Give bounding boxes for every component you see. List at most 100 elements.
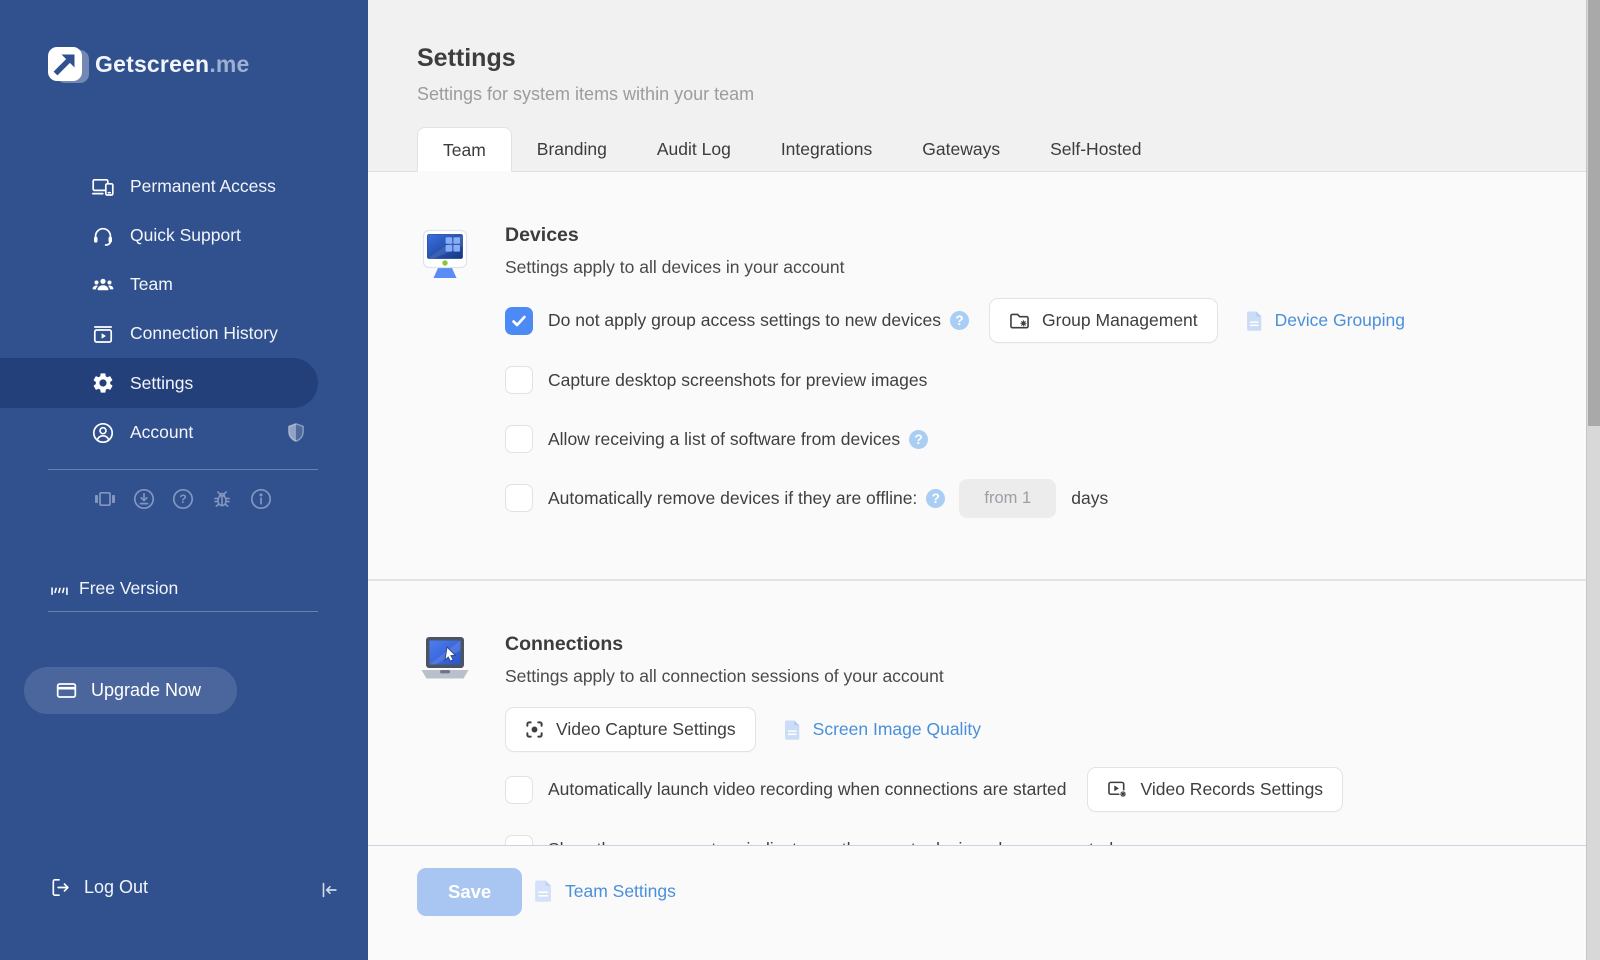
tab-audit-log[interactable]: Audit Log	[632, 127, 756, 172]
document-icon	[535, 880, 551, 902]
connections-title: Connections	[505, 633, 624, 655]
document-icon	[1246, 311, 1261, 331]
button-label: Group Management	[1042, 310, 1198, 330]
sidebar-item-quick-support[interactable]: Quick Support	[0, 211, 368, 260]
sidebar-item-settings[interactable]: Settings	[0, 358, 318, 408]
sidebar-nav: Permanent Access Quick Support Team Conn…	[0, 162, 368, 457]
video-capture-settings-button[interactable]: Video Capture Settings	[505, 707, 756, 752]
connections-section: Connections Settings apply to all connec…	[368, 581, 1600, 886]
logout-icon	[52, 879, 69, 896]
setting-row: Automatically launch video recording whe…	[505, 767, 1600, 812]
device-grouping-link[interactable]: Device Grouping	[1246, 310, 1405, 332]
plan-label: Free Version	[79, 578, 179, 598]
collapse-sidebar-icon[interactable]	[318, 879, 340, 901]
brand-name: Getscreen.me	[95, 50, 250, 77]
help-icon[interactable]: ?	[171, 487, 195, 511]
setting-label: Automatically launch video recording whe…	[548, 779, 1067, 799]
vertical-scrollbar[interactable]	[1586, 0, 1600, 960]
user-circle-icon	[91, 421, 115, 445]
tab-branding[interactable]: Branding	[512, 127, 632, 172]
button-label: Video Capture Settings	[556, 719, 736, 739]
devices-section: Devices Settings apply to all devices in…	[368, 172, 1600, 535]
sidebar-item-team[interactable]: Team	[0, 260, 368, 309]
sidebar-item-label: Quick Support	[130, 225, 241, 245]
setting-row: Capture desktop screenshots for preview …	[505, 358, 1600, 402]
getscreen-app: Getscreen.me Permanent Access Quick Supp…	[0, 0, 1600, 960]
sidebar-divider	[48, 611, 318, 612]
document-icon	[784, 720, 799, 740]
save-button[interactable]: Save	[417, 868, 523, 916]
sidebar-item-label: Connection History	[130, 323, 278, 343]
sidebar-item-label: Permanent Access	[130, 176, 276, 196]
group-management-button[interactable]: Group Management	[989, 298, 1218, 343]
connections-subtitle: Settings apply to all connection session…	[505, 666, 944, 686]
devices-monitor-icon	[417, 202, 505, 535]
setting-label: Capture desktop screenshots for preview …	[548, 369, 928, 390]
tab-gateways[interactable]: Gateways	[897, 127, 1025, 172]
days-suffix-label: days	[1071, 487, 1109, 508]
sidebar-item-label: Account	[130, 422, 194, 442]
offline-days-input[interactable]	[959, 478, 1057, 518]
check-icon	[512, 315, 526, 326]
upgrade-label: Upgrade Now	[91, 680, 202, 700]
connections-actions-row: Video Capture Settings Screen Image Qual…	[505, 707, 1600, 752]
group-access-checkbox[interactable]	[505, 306, 533, 335]
video-gear-icon	[1107, 781, 1127, 798]
svg-text:?: ?	[179, 492, 186, 506]
sidebar-item-permanent-access[interactable]: Permanent Access	[0, 162, 368, 211]
sidebar-item-label: Team	[130, 274, 173, 294]
capture-frame-icon	[526, 721, 543, 738]
auto-recording-checkbox[interactable]	[505, 775, 533, 804]
button-label: Video Records Settings	[1140, 779, 1324, 799]
logout-button[interactable]: Log Out	[49, 876, 148, 899]
gauge-icon	[51, 587, 68, 595]
plan-indicator[interactable]: Free Version	[49, 578, 178, 599]
link-label: Device Grouping	[1274, 310, 1406, 330]
help-badge-icon[interactable]: ?	[926, 488, 946, 508]
scrollbar-thumb[interactable]	[1588, 0, 1600, 426]
bug-icon[interactable]	[210, 487, 234, 511]
link-label: Screen Image Quality	[812, 719, 981, 739]
setting-row: Automatically remove devices if they are…	[505, 476, 1600, 520]
people-icon	[91, 273, 115, 297]
page-subtitle: Settings for system items within your te…	[417, 84, 755, 104]
page-title: Settings	[417, 44, 516, 72]
sidebar-divider	[48, 469, 318, 470]
sidebar-item-account[interactable]: Account	[0, 408, 368, 457]
logout-label: Log Out	[84, 877, 149, 897]
setting-label: Automatically remove devices if they are…	[548, 487, 918, 508]
tab-integrations[interactable]: Integrations	[756, 127, 897, 172]
laptop-phone-icon	[91, 175, 115, 199]
help-badge-icon[interactable]: ?	[950, 311, 969, 330]
tab-team[interactable]: Team	[417, 127, 512, 172]
page-header: Settings Settings for system items withi…	[368, 0, 1600, 172]
help-badge-icon[interactable]: ?	[909, 429, 929, 449]
video-records-settings-button[interactable]: Video Records Settings	[1086, 767, 1344, 812]
credit-card-icon	[56, 683, 77, 698]
main-content: Settings Settings for system items withi…	[368, 0, 1600, 960]
headset-icon	[91, 224, 115, 248]
devices-title: Devices	[505, 224, 579, 246]
tab-self-hosted[interactable]: Self-Hosted	[1025, 127, 1166, 172]
sidebar-utility-icons: ?	[93, 487, 273, 511]
folder-gear-icon	[1010, 313, 1029, 329]
screenshots-checkbox[interactable]	[505, 366, 533, 394]
team-settings-link[interactable]: Team Settings	[534, 879, 676, 903]
devices-subtitle: Settings apply to all devices in your ac…	[505, 257, 845, 277]
screen-image-quality-link[interactable]: Screen Image Quality	[784, 719, 981, 741]
tab-bar: Team Branding Audit Log Integrations Gat…	[417, 127, 1167, 172]
setting-row: Allow receiving a list of software from …	[505, 417, 1600, 461]
sidebar: Getscreen.me Permanent Access Quick Supp…	[0, 0, 368, 960]
sidebar-item-connection-history[interactable]: Connection History	[0, 309, 368, 358]
getscreen-logo-icon	[48, 47, 89, 83]
history-play-icon	[91, 322, 115, 346]
software-list-checkbox[interactable]	[505, 425, 533, 453]
versions-icon[interactable]	[93, 487, 117, 511]
link-label: Team Settings	[565, 880, 676, 901]
upgrade-now-button[interactable]: Upgrade Now	[24, 667, 237, 714]
tab-content: Devices Settings apply to all devices in…	[368, 172, 1600, 960]
info-icon[interactable]	[249, 487, 273, 511]
auto-remove-checkbox[interactable]	[505, 484, 533, 512]
download-icon[interactable]	[132, 487, 156, 511]
brand-logo[interactable]: Getscreen.me	[48, 47, 250, 83]
